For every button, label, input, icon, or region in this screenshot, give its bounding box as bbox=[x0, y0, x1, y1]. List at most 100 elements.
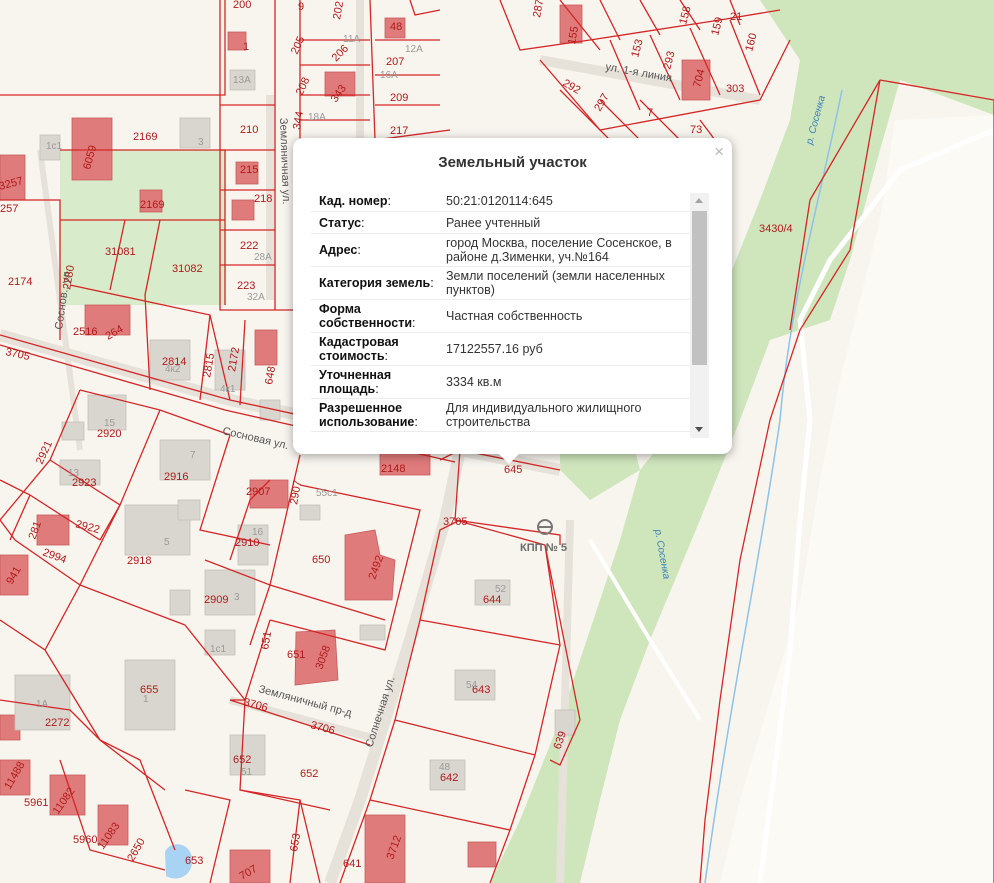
popup-title: Земельный участок bbox=[438, 154, 587, 171]
parcel-label: 48 bbox=[390, 21, 402, 33]
svg-text:16А: 16А bbox=[380, 70, 398, 81]
svg-text:48: 48 bbox=[439, 762, 451, 773]
parcel-label: 651 bbox=[287, 649, 305, 661]
parcel-label: 223 bbox=[237, 280, 255, 292]
parcel-label: 218 bbox=[254, 193, 272, 205]
svg-text:12А: 12А bbox=[405, 44, 423, 55]
parcel-label: 2148 bbox=[381, 463, 405, 475]
parcel-label: 2909 bbox=[204, 594, 228, 606]
parcel-label: 3705 bbox=[443, 516, 467, 528]
parcel-label: 5960 bbox=[73, 834, 97, 846]
svg-text:54: 54 bbox=[466, 680, 478, 691]
info-value: 3334 кв.м bbox=[446, 375, 502, 389]
info-value: Ранее учтенный bbox=[446, 215, 541, 230]
parcel-label: 5961 bbox=[24, 797, 48, 809]
info-key: Кадастровая стоимость: bbox=[319, 335, 399, 363]
parcel-label: 303 bbox=[726, 83, 744, 95]
scroll-thumb[interactable] bbox=[692, 211, 707, 365]
parcel-label: 31082 bbox=[172, 263, 203, 275]
info-row-permitted-use: Разрешенное использование: Для индивидуа… bbox=[311, 399, 709, 432]
info-key: Адрес: bbox=[319, 243, 361, 257]
parcel-label: 21 bbox=[730, 11, 742, 23]
parcel-label: 215 bbox=[240, 164, 258, 176]
parcel-label: 2920 bbox=[97, 428, 121, 440]
svg-text:52: 52 bbox=[495, 584, 507, 595]
parcel-label: 209 bbox=[390, 92, 408, 104]
info-key: Разрешенное использование: bbox=[319, 401, 418, 429]
info-value: 17122557.16 руб bbox=[446, 342, 543, 356]
info-key: Статус: bbox=[319, 215, 365, 230]
scroll-down-icon[interactable] bbox=[695, 427, 703, 432]
svg-text:51: 51 bbox=[241, 767, 253, 778]
info-row-ownership: Форма собственности: Частная собственнос… bbox=[311, 300, 709, 333]
svg-text:13: 13 bbox=[68, 468, 80, 479]
parcel-label: 650 bbox=[312, 554, 330, 566]
svg-text:16: 16 bbox=[252, 527, 264, 538]
svg-text:7: 7 bbox=[190, 450, 196, 461]
info-value: Земли поселений (земли населенных пункто… bbox=[446, 269, 665, 297]
svg-text:13А: 13А bbox=[233, 75, 251, 86]
parcel-label: 1 bbox=[243, 41, 249, 53]
svg-text:3: 3 bbox=[234, 592, 240, 603]
info-row-cadastral-value: Кадастровая стоимость: 17122557.16 руб bbox=[311, 333, 709, 366]
parcel-label: 2272 bbox=[45, 717, 69, 729]
parcel-label: 210 bbox=[240, 124, 258, 136]
parcel-label: 222 bbox=[240, 240, 258, 252]
svg-text:32А: 32А bbox=[247, 292, 265, 303]
parcel-label: 652 bbox=[300, 768, 318, 780]
parcel-label: 2169 bbox=[140, 199, 164, 211]
parcel-label: 644 bbox=[483, 594, 501, 606]
info-value: город Москва, поселение Сосенское, в рай… bbox=[446, 236, 672, 264]
svg-text:3: 3 bbox=[198, 137, 204, 148]
parcel-label: 641 bbox=[343, 858, 361, 870]
parcel-label: 73 bbox=[690, 124, 702, 136]
info-value: Частная собственность bbox=[446, 309, 583, 323]
parcel-info-popup: Земельный участок × Кад. номер: 50:21:01… bbox=[293, 138, 732, 454]
svg-text:1с1: 1с1 bbox=[46, 141, 63, 152]
parcel-label: 200 bbox=[233, 0, 251, 11]
parcel-label: 2516 bbox=[73, 326, 97, 338]
popup-scrollbar[interactable] bbox=[690, 193, 709, 438]
svg-text:15: 15 bbox=[104, 418, 116, 429]
popup-info-table: Кад. номер: 50:21:0120114:645 Статус: Ра… bbox=[311, 190, 709, 440]
parcel-label: 2174 bbox=[8, 276, 32, 288]
checkpoint-label: КПП № 5 bbox=[520, 542, 567, 554]
info-row-status: Статус: Ранее учтенный bbox=[311, 212, 709, 234]
parcel-label: 642 bbox=[440, 772, 458, 784]
svg-text:4к2: 4к2 bbox=[165, 364, 181, 375]
parcel-label: 2907 bbox=[246, 486, 270, 498]
parcel-label: 257 bbox=[0, 203, 18, 215]
parcel-label: 207 bbox=[386, 56, 404, 68]
svg-text:18А: 18А bbox=[308, 112, 326, 123]
parcel-label: 645 bbox=[504, 464, 522, 476]
svg-text:1с1: 1с1 bbox=[210, 644, 227, 655]
parcel-label: 217 bbox=[390, 125, 408, 137]
svg-text:55с1: 55с1 bbox=[316, 488, 338, 499]
info-key: Уточненная площадь: bbox=[319, 368, 392, 396]
parcel-label: 652 bbox=[233, 754, 251, 766]
info-key: Форма собственности: bbox=[319, 302, 416, 330]
parcel-label: 2918 bbox=[127, 555, 151, 567]
parcel-label: 3430/4 bbox=[759, 223, 793, 235]
parcel-label: 653 bbox=[185, 855, 203, 867]
info-row-cadastral-number: Кад. номер: 50:21:0120114:645 bbox=[311, 190, 709, 212]
info-value: Для индивидуального жилищного строительс… bbox=[446, 401, 642, 429]
info-key: Кад. номер: bbox=[319, 193, 391, 208]
info-value: 50:21:0120114:645 bbox=[446, 193, 553, 208]
close-icon[interactable]: × bbox=[714, 143, 724, 161]
info-row-area: Уточненная площадь: 3334 кв.м bbox=[311, 366, 709, 399]
svg-text:1: 1 bbox=[143, 694, 149, 705]
parcel-label: 2910 bbox=[235, 537, 259, 549]
parcel-label: 9 bbox=[298, 1, 304, 13]
svg-text:1А: 1А bbox=[36, 699, 49, 710]
parcel-label: 7 bbox=[647, 107, 653, 119]
svg-text:28А: 28А bbox=[254, 252, 272, 263]
info-row-land-category: Категория земель: Земли поселений (земли… bbox=[311, 267, 709, 300]
parcel-label: 2169 bbox=[133, 131, 157, 143]
svg-text:4к1: 4к1 bbox=[220, 384, 236, 395]
scroll-up-icon[interactable] bbox=[695, 198, 703, 203]
svg-text:11А: 11А bbox=[343, 34, 360, 45]
svg-text:5: 5 bbox=[164, 537, 170, 548]
parcel-label: 31081 bbox=[105, 246, 136, 258]
info-key: Категория земель: bbox=[319, 276, 434, 290]
